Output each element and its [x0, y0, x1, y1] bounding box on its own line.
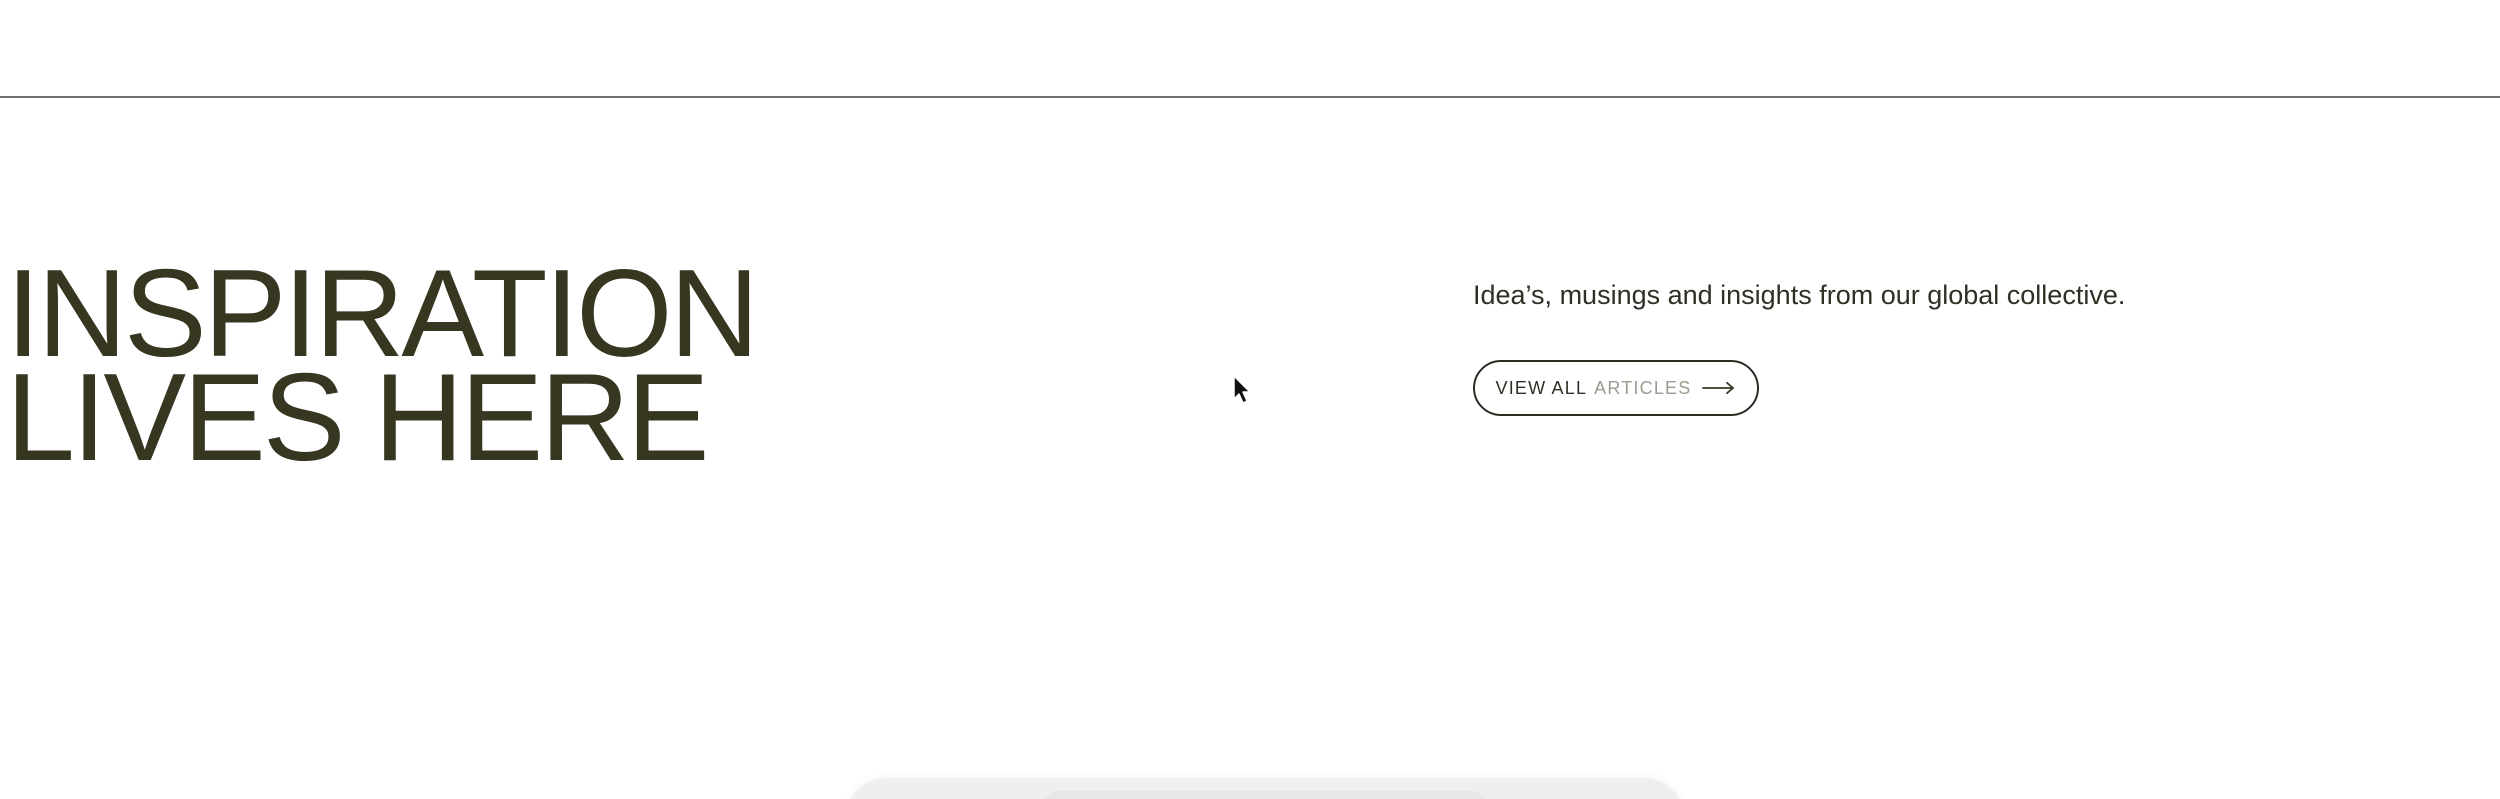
cta-label-secondary: ARTICLES [1594, 378, 1692, 398]
arrow-right-icon [1702, 381, 1735, 395]
content-card-inner-edge [1040, 791, 1490, 799]
mouse-pointer-icon [1233, 375, 1251, 404]
cta-label-primary: VIEW ALL [1495, 378, 1588, 398]
page-title-line-2: LIVES HERE [6, 349, 710, 487]
view-all-articles-button[interactable]: VIEW ALL ARTICLES [1473, 360, 1759, 416]
header-divider [0, 96, 2500, 98]
page-title: INSPIRATION LIVES HERE [6, 252, 759, 487]
hero-description: Idea’s, musings and insights from our gl… [1473, 280, 2126, 310]
